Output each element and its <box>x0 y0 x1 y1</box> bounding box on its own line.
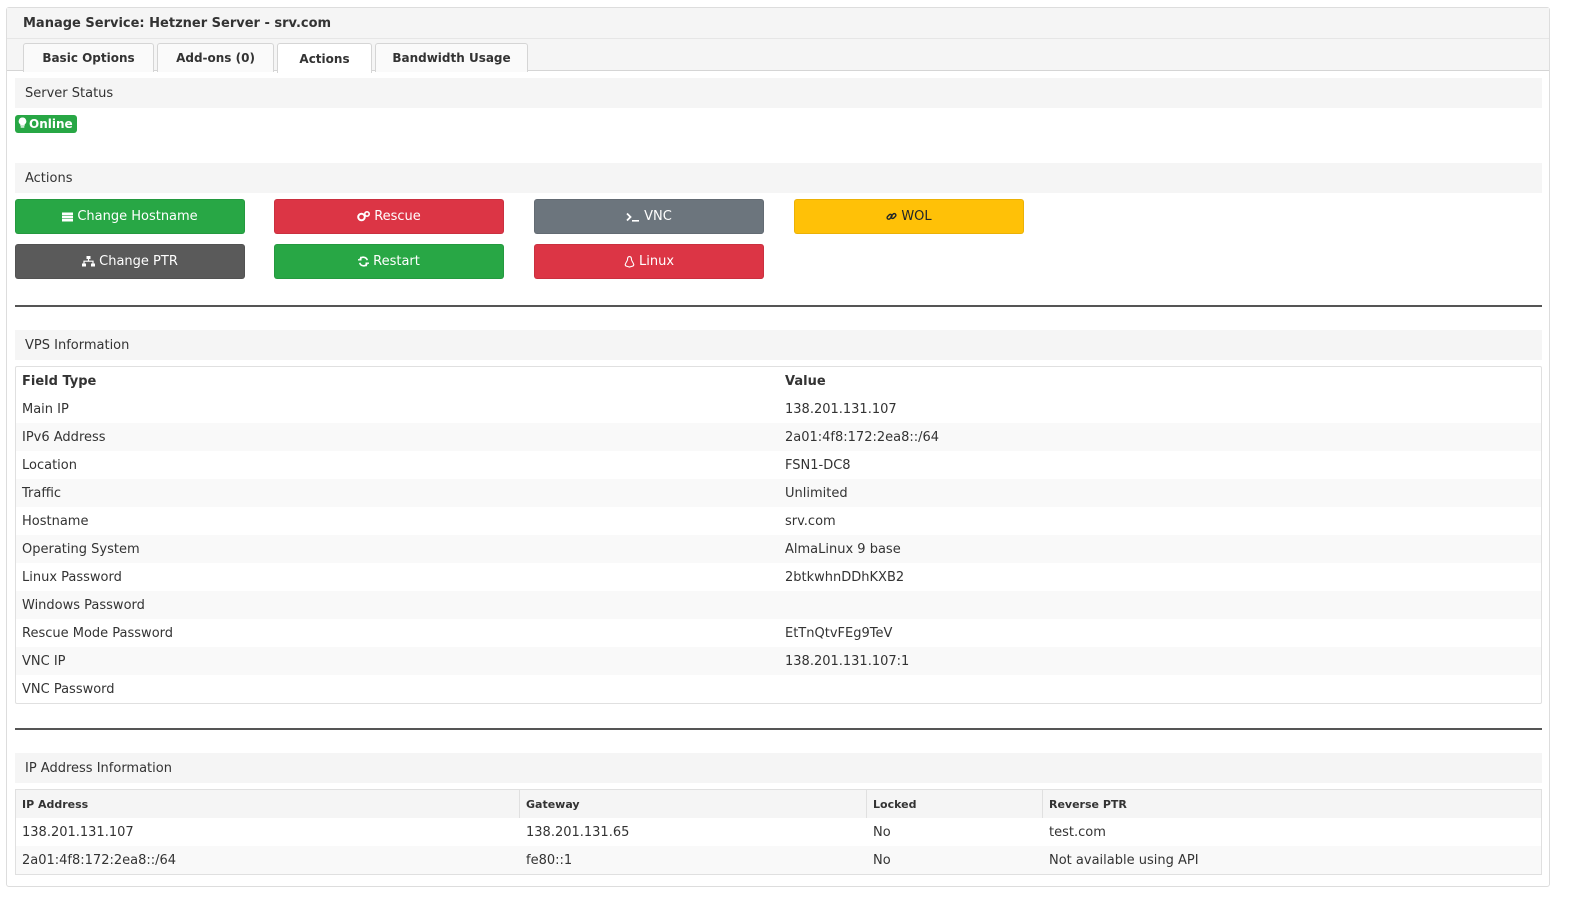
change-hostname-button[interactable]: Change Hostname <box>15 199 245 234</box>
table-row: Operating System AlmaLinux 9 base <box>16 535 1541 563</box>
table-header-row: IP Address Gateway Locked Reverse PTR <box>16 790 1541 818</box>
sitemap-icon <box>82 256 96 267</box>
terminal-icon <box>626 212 640 222</box>
actions-title: Actions <box>25 170 73 186</box>
column-header-field-type: Field Type <box>22 373 97 389</box>
gateway-cell: 138.201.131.65 <box>526 824 630 840</box>
ip-address-cell: 2a01:4f8:172:2ea8::/64 <box>22 852 177 868</box>
field-name: Linux Password <box>22 569 122 585</box>
field-value: 138.201.131.107:1 <box>785 653 910 669</box>
table-row: Traffic Unlimited <box>16 479 1541 507</box>
table-row: Windows Password <box>16 591 1541 619</box>
tab-bandwidth-usage[interactable]: Bandwidth Usage <box>375 43 528 72</box>
ip-address-information-heading: IP Address Information <box>15 753 1542 783</box>
table-row: IPv6 Address 2a01:4f8:172:2ea8::/64 <box>16 423 1541 451</box>
manage-service-panel: Manage Service: Hetzner Server - srv.com… <box>6 7 1550 887</box>
field-name: Main IP <box>22 401 69 417</box>
field-name: Windows Password <box>22 597 145 613</box>
field-value: 2a01:4f8:172:2ea8::/64 <box>785 429 940 445</box>
gears-icon <box>357 211 371 222</box>
actions-heading: Actions <box>15 163 1542 193</box>
field-name: IPv6 Address <box>22 429 106 445</box>
lightbulb-icon <box>18 117 27 131</box>
field-value: srv.com <box>785 513 836 529</box>
ip-address-table: IP Address Gateway Locked Reverse PTR 13… <box>15 789 1542 875</box>
panel-header: Manage Service: Hetzner Server - srv.com <box>7 8 1549 39</box>
column-header-locked: Locked <box>867 790 1043 818</box>
column-header-reverse-ptr: Reverse PTR <box>1049 797 1127 811</box>
linux-button[interactable]: Linux <box>534 244 764 279</box>
rescue-button[interactable]: Rescue <box>274 199 504 234</box>
column-header-value: Value <box>785 373 826 389</box>
vps-information-table: Field Type Value Main IP 138.201.131.107 … <box>15 366 1542 704</box>
rescue-label: Rescue <box>374 209 421 224</box>
table-row: VNC IP 138.201.131.107:1 <box>16 647 1541 675</box>
column-header-ip-address: IP Address <box>16 790 520 818</box>
table-row: Rescue Mode Password EtTnQtvFEg9TeV <box>16 619 1541 647</box>
field-value: AlmaLinux 9 base <box>785 541 901 557</box>
server-status-heading: Server Status <box>15 78 1542 108</box>
divider <box>15 305 1542 307</box>
field-name: VNC Password <box>22 681 115 697</box>
field-name: Hostname <box>22 513 89 529</box>
table-header-row: Field Type Value <box>16 367 1541 395</box>
locked-cell: No <box>873 824 891 840</box>
tab-add-ons[interactable]: Add-ons (0) <box>157 43 274 72</box>
linux-label: Linux <box>638 254 675 269</box>
field-value: Unlimited <box>785 485 848 501</box>
field-value: 2btkwhnDDhKXB2 <box>785 569 905 585</box>
server-icon <box>62 212 74 222</box>
server-status-title: Server Status <box>25 85 114 101</box>
field-value: FSN1-DC8 <box>785 457 851 473</box>
ip-address-cell: 138.201.131.107 <box>22 824 134 840</box>
field-value: 138.201.131.107 <box>785 401 897 417</box>
change-ptr-button[interactable]: Change PTR <box>15 244 245 279</box>
linux-icon <box>624 255 635 268</box>
status-badge: Online <box>15 115 77 133</box>
restart-label: Restart <box>373 254 420 269</box>
change-ptr-label: Change PTR <box>99 254 178 269</box>
field-value: EtTnQtvFEg9TeV <box>785 625 893 641</box>
vps-information-heading: VPS Information <box>15 330 1542 360</box>
vnc-label: VNC <box>644 209 672 224</box>
reverse-ptr-cell: Not available using API <box>1049 852 1199 868</box>
table-row: 138.201.131.107 138.201.131.65 No test.c… <box>16 818 1541 846</box>
table-row: Main IP 138.201.131.107 <box>16 395 1541 423</box>
change-hostname-label: Change Hostname <box>77 209 198 224</box>
field-name: Operating System <box>22 541 140 557</box>
ip-address-information-title: IP Address Information <box>25 760 172 776</box>
field-name: Rescue Mode Password <box>22 625 174 641</box>
wol-button[interactable]: WOL <box>794 199 1024 234</box>
field-name: Location <box>22 457 77 473</box>
tab-basic-options[interactable]: Basic Options <box>23 43 154 72</box>
field-name: Traffic <box>22 485 62 501</box>
refresh-icon <box>358 256 370 267</box>
tab-actions[interactable]: Actions <box>277 43 372 73</box>
vnc-button[interactable]: VNC <box>534 199 764 234</box>
page-title: Manage Service: Hetzner Server - srv.com <box>23 15 332 31</box>
locked-cell: No <box>873 852 891 868</box>
wol-label: WOL <box>901 209 932 224</box>
tab-bar: Basic Options Add-ons (0) Actions Bandwi… <box>7 39 1549 73</box>
field-name: VNC IP <box>22 653 66 669</box>
table-row: Location FSN1-DC8 <box>16 451 1541 479</box>
divider <box>15 728 1542 730</box>
table-row: 2a01:4f8:172:2ea8::/64 fe80::1 No Not av… <box>16 846 1541 874</box>
gateway-cell: fe80::1 <box>526 852 573 868</box>
table-row: VNC Password <box>16 675 1541 703</box>
table-row: Hostname srv.com <box>16 507 1541 535</box>
status-badge-label: Online <box>29 117 73 131</box>
restart-button[interactable]: Restart <box>274 244 504 279</box>
link-icon <box>886 211 897 222</box>
reverse-ptr-cell: test.com <box>1049 824 1106 840</box>
column-header-gateway: Gateway <box>520 790 867 818</box>
vps-information-title: VPS Information <box>25 337 130 353</box>
table-row: Linux Password 2btkwhnDDhKXB2 <box>16 563 1541 591</box>
